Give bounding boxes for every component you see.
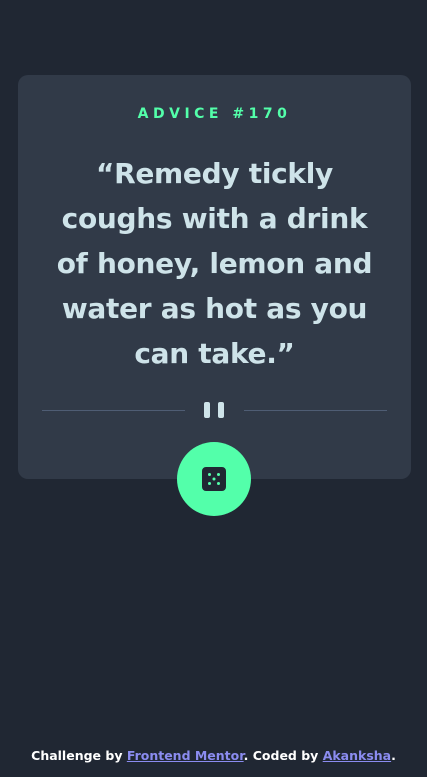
pause-icon (204, 402, 226, 420)
divider-line-left (42, 410, 185, 411)
challenge-prefix: Challenge by (31, 748, 127, 763)
advice-id: ADVICE #170 (137, 106, 292, 122)
pattern-divider (42, 401, 387, 421)
footer-suffix: . (391, 748, 396, 763)
advice-quote: “Remedy tickly coughs with a drink of ho… (56, 157, 373, 370)
dice-icon (202, 467, 226, 491)
advice-card: ADVICE #170 “Remedy tickly coughs with a… (18, 75, 411, 479)
new-advice-button[interactable] (177, 442, 251, 516)
coded-prefix: . Coded by (243, 748, 323, 763)
author-link[interactable]: Akanksha (323, 748, 391, 763)
divider-line-right (244, 410, 387, 411)
attribution: Challenge by Frontend Mentor. Coded by A… (0, 747, 427, 765)
frontend-mentor-link[interactable]: Frontend Mentor (127, 748, 244, 763)
